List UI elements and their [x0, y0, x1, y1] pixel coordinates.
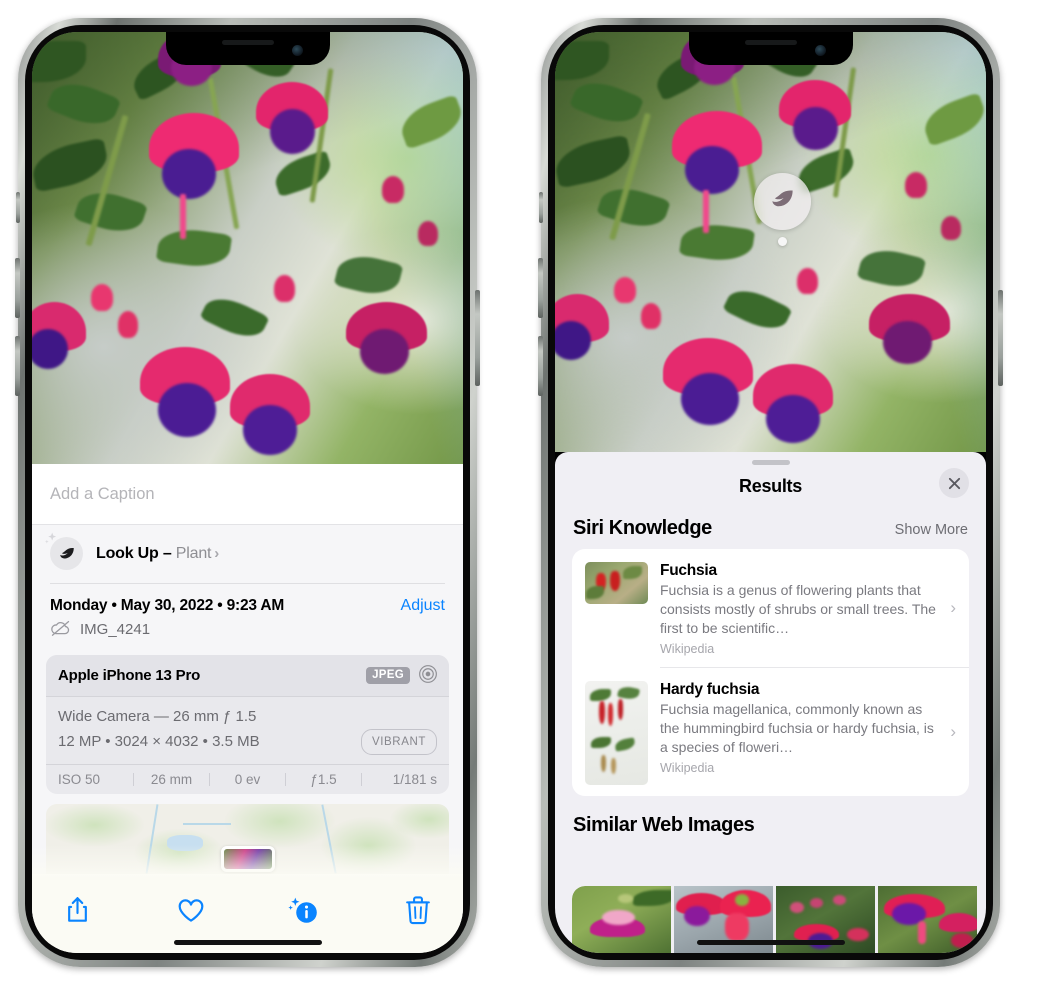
specs-line: 12 MP • 3024 × 4032 • 3.5 MB: [58, 732, 260, 750]
knowledge-thumbnail: [585, 680, 648, 785]
knowledge-item[interactable]: Hardy fuchsia Fuchsia magellanica, commo…: [572, 668, 969, 796]
leaf-icon: [769, 186, 796, 218]
section-title: Similar Web Images: [573, 813, 755, 836]
mute-switch[interactable]: [539, 192, 543, 223]
filename-text: IMG_4241: [80, 621, 151, 638]
photo-viewer[interactable]: [32, 32, 463, 464]
caption-placeholder: Add a Caption: [50, 484, 155, 503]
home-indicator[interactable]: [696, 940, 845, 945]
front-camera-icon: [814, 45, 826, 56]
volume-down-button[interactable]: [538, 336, 543, 396]
screen-left: Add a Caption Look Up – Plant › Monday •…: [32, 32, 463, 953]
capture-date: Monday • May 30, 2022 • 9:23 AM: [50, 596, 285, 614]
exif-stat: 26 mm: [150, 771, 193, 787]
info-button[interactable]: [285, 891, 323, 929]
mute-switch[interactable]: [16, 192, 20, 223]
close-button[interactable]: [939, 468, 969, 498]
notch: [165, 32, 330, 65]
knowledge-item[interactable]: Fuchsia Fuchsia is a genus of flowering …: [572, 549, 969, 667]
home-indicator[interactable]: [173, 940, 322, 945]
section-title: Siri Knowledge: [573, 517, 712, 539]
siri-knowledge-header: Siri Knowledge Show More: [555, 507, 986, 549]
lens-line: Wide Camera — 26 mm ƒ 1.5: [58, 707, 257, 725]
iphone-right: Results Siri Knowledge Show More Fuchsia…: [538, 18, 1003, 967]
visual-look-up-badge[interactable]: [754, 173, 811, 230]
exif-card[interactable]: Apple iPhone 13 Pro JPEG Wide Camera — 2…: [46, 654, 449, 794]
knowledge-description: Fuchsia is a genus of flowering plants t…: [660, 582, 936, 637]
power-button[interactable]: [475, 290, 480, 386]
exif-stat: ƒ1.5: [310, 771, 337, 787]
exif-stat: 0 ev: [234, 771, 261, 787]
favorite-button[interactable]: [172, 891, 210, 929]
web-image-thumbnail[interactable]: [572, 886, 671, 953]
sparkles-icon: [43, 531, 63, 555]
visual-look-up-anchor-dot: [778, 237, 787, 246]
leaf-icon: [45, 532, 83, 570]
earpiece-speaker: [221, 40, 274, 45]
caption-input[interactable]: Add a Caption: [32, 464, 463, 524]
screenshot-canvas: Add a Caption Look Up – Plant › Monday •…: [0, 0, 1055, 985]
look-up-title: Look Up: [96, 544, 159, 562]
look-up-row[interactable]: Look Up – Plant ›: [32, 525, 463, 583]
chevron-right-icon: ›: [950, 598, 956, 618]
volume-up-button[interactable]: [538, 258, 543, 318]
look-up-subject: Plant: [175, 544, 212, 562]
screen-right: Results Siri Knowledge Show More Fuchsia…: [555, 32, 986, 953]
style-badge: VIBRANT: [360, 728, 437, 755]
knowledge-source: Wikipedia: [660, 760, 715, 775]
chevron-right-icon: ›: [214, 544, 220, 562]
siri-knowledge-card: Fuchsia Fuchsia is a genus of flowering …: [572, 549, 969, 796]
lookup-block: Look Up – Plant › Monday • May 30, 2022 •…: [32, 524, 463, 874]
date-row: Monday • May 30, 2022 • 9:23 AM Adjust: [32, 583, 463, 617]
front-camera-icon: [291, 45, 303, 56]
sheet-title: Results: [739, 475, 802, 496]
knowledge-description: Fuchsia magellanica, commonly known as t…: [660, 700, 934, 755]
knowledge-source: Wikipedia: [660, 642, 715, 657]
show-more-button[interactable]: Show More: [895, 522, 968, 538]
volume-up-button[interactable]: [15, 258, 20, 318]
knowledge-title: Hardy fuchsia: [660, 680, 760, 698]
exif-stat: 1/181 s: [392, 771, 437, 787]
notch: [688, 32, 853, 65]
chevron-right-icon: ›: [950, 721, 956, 741]
exif-body: Wide Camera — 26 mm ƒ 1.5 12 MP • 3024 ×…: [46, 697, 449, 764]
look-up-label: Look Up – Plant ›: [96, 545, 219, 563]
results-sheet[interactable]: Results Siri Knowledge Show More Fuchsia…: [555, 452, 986, 953]
icloud-slash-icon: [50, 620, 71, 640]
knowledge-thumbnail: [585, 562, 648, 604]
camera-lens-icon: [418, 664, 438, 687]
exif-stat: ISO 50: [58, 771, 101, 787]
web-image-thumbnail[interactable]: [878, 886, 977, 953]
sheet-header: Results: [555, 465, 986, 507]
location-map[interactable]: [46, 803, 449, 874]
earpiece-speaker: [744, 40, 797, 45]
volume-down-button[interactable]: [15, 336, 20, 396]
delete-button[interactable]: [399, 891, 437, 929]
look-up-separator: –: [158, 544, 176, 562]
similar-web-images-header: Similar Web Images: [555, 796, 986, 844]
photo-viewer[interactable]: [555, 32, 986, 452]
exif-stats-row: ISO 50 26 mm 0 ev ƒ1.5 1/181 s: [46, 763, 449, 794]
format-badge: JPEG: [366, 666, 410, 684]
knowledge-title: Fuchsia: [660, 562, 717, 579]
adjust-button[interactable]: Adjust: [401, 597, 445, 615]
photo-info-panel[interactable]: Add a Caption Look Up – Plant › Monday •…: [32, 464, 463, 953]
device-name: Apple iPhone 13 Pro: [58, 666, 201, 684]
fuchsia-photo: [32, 32, 463, 464]
fuchsia-photo: [555, 32, 986, 452]
share-button[interactable]: [58, 891, 96, 929]
photo-location-marker[interactable]: [220, 845, 275, 872]
exif-header: Apple iPhone 13 Pro JPEG: [46, 654, 449, 697]
power-button[interactable]: [998, 290, 1003, 386]
filename-row: IMG_4241: [32, 616, 463, 651]
iphone-left: Add a Caption Look Up – Plant › Monday •…: [15, 18, 480, 967]
